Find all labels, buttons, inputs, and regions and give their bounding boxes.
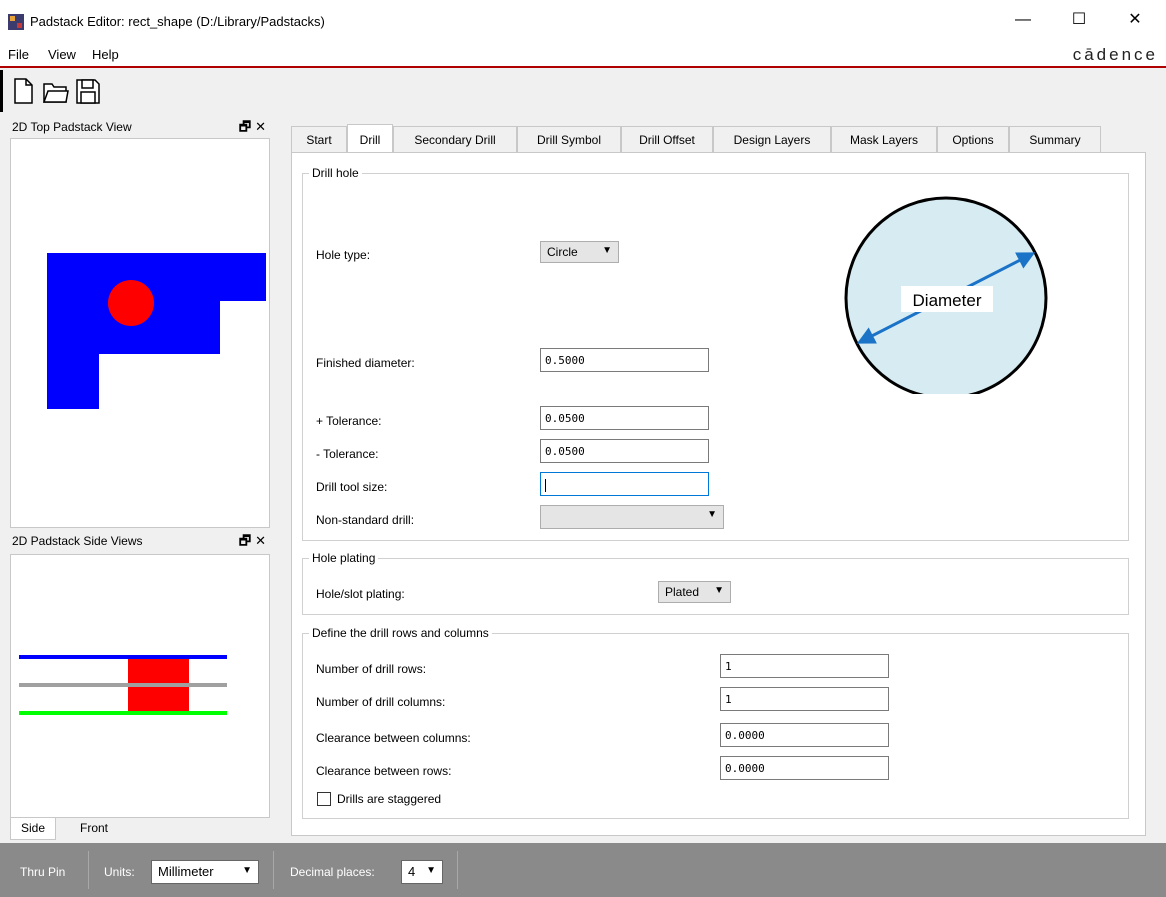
- drill-rows-input[interactable]: 1: [720, 654, 889, 678]
- chevron-down-icon: ▼: [242, 865, 252, 876]
- tab-mask-layers[interactable]: Mask Layers: [831, 126, 937, 152]
- units-label: Units:: [104, 865, 135, 879]
- top-view-header: 2D Top Padstack View 🗗✕: [6, 116, 276, 138]
- hole-slot-plating-value: Plated: [665, 585, 700, 599]
- title-bar: Padstack Editor: rect_shape (D:/Library/…: [0, 0, 1166, 44]
- status-separator: [273, 851, 274, 889]
- tab-secondary-drill[interactable]: Secondary Drill: [393, 126, 517, 152]
- minus-tolerance-input[interactable]: 0.0500: [540, 439, 709, 463]
- side-views-header: 2D Padstack Side Views 🗗✕: [6, 530, 276, 552]
- minimize-button[interactable]: —: [1008, 8, 1038, 32]
- side-views-title: 2D Padstack Side Views: [12, 534, 143, 548]
- hole-plating-group: Hole plating Hole/slot plating: Plated ▼: [302, 551, 1129, 615]
- drill-rows-columns-group-title: Define the drill rows and columns: [309, 626, 492, 640]
- close-button[interactable]: ✕: [1120, 8, 1150, 32]
- chevron-down-icon: ▼: [707, 509, 717, 520]
- drills-staggered-checkbox[interactable]: [317, 792, 331, 806]
- new-file-icon: [14, 78, 33, 104]
- top-view-panel-controls[interactable]: 🗗✕: [239, 118, 270, 140]
- drill-tool-size-input[interactable]: [540, 472, 709, 496]
- clearance-rows-label: Clearance between rows:: [316, 764, 452, 778]
- drill-hole-group-title: Drill hole: [309, 166, 362, 180]
- window-title: Padstack Editor: rect_shape (D:/Library/…: [30, 14, 325, 29]
- side-views-panel-controls[interactable]: 🗗✕: [239, 532, 270, 554]
- maximize-button[interactable]: ☐: [1064, 8, 1094, 32]
- menu-help[interactable]: Help: [92, 47, 119, 62]
- hole-type-value: Circle: [547, 245, 578, 259]
- decimal-places-select[interactable]: 4 ▼: [401, 860, 443, 884]
- tab-options[interactable]: Options: [937, 126, 1009, 152]
- chevron-down-icon: ▼: [602, 245, 612, 256]
- menu-bar: File View Help cādence: [0, 44, 1166, 68]
- padstack-type: Thru Pin: [20, 865, 66, 879]
- hole-plating-group-title: Hole plating: [309, 551, 379, 565]
- drill-rows-label: Number of drill rows:: [316, 662, 427, 676]
- diameter-diagram: Diameter: [844, 196, 1048, 394]
- drills-staggered-label: Drills are staggered: [337, 792, 442, 806]
- text-caret: [545, 478, 546, 492]
- drill-tool-size-label: Drill tool size:: [316, 480, 388, 494]
- minus-tolerance-label: - Tolerance:: [316, 447, 379, 461]
- tab-drill-symbol[interactable]: Drill Symbol: [517, 126, 621, 152]
- drill-columns-label: Number of drill columns:: [316, 695, 446, 709]
- clearance-columns-input[interactable]: 0.0000: [720, 723, 889, 747]
- hole-slot-plating-select[interactable]: Plated ▼: [658, 581, 731, 603]
- tab-summary[interactable]: Summary: [1009, 126, 1101, 152]
- units-value: Millimeter: [158, 864, 214, 879]
- top-view-canvas: [10, 138, 270, 528]
- clearance-columns-label: Clearance between columns:: [316, 731, 471, 745]
- tab-start[interactable]: Start: [291, 126, 347, 152]
- tab-drill-offset[interactable]: Drill Offset: [621, 126, 713, 152]
- tab-drill[interactable]: Drill: [347, 124, 393, 152]
- chevron-down-icon: ▼: [714, 585, 724, 596]
- top-padstack-drawing: [47, 253, 266, 409]
- open-file-button[interactable]: [41, 76, 69, 106]
- cadence-logo: cādence: [1072, 45, 1158, 64]
- status-separator: [457, 851, 458, 889]
- chevron-down-icon: ▼: [426, 865, 436, 876]
- drill-rows-columns-group: Define the drill rows and columns Number…: [302, 626, 1129, 819]
- save-icon: [76, 79, 100, 104]
- finished-diameter-input[interactable]: 0.5000: [540, 348, 709, 372]
- plus-tolerance-label: + Tolerance:: [316, 414, 382, 428]
- tab-design-layers[interactable]: Design Layers: [713, 126, 831, 152]
- side-padstack-drawing: [19, 655, 227, 715]
- clearance-rows-input[interactable]: 0.0000: [720, 756, 889, 780]
- new-file-button[interactable]: [9, 76, 37, 106]
- tab-side[interactable]: Side: [10, 818, 57, 840]
- diameter-label: Diameter: [913, 291, 982, 310]
- drill-hole-shape: [108, 280, 154, 326]
- toolbar: [0, 70, 1166, 112]
- menu-file[interactable]: File: [8, 47, 29, 62]
- save-file-button[interactable]: [73, 76, 101, 106]
- hole-type-label: Hole type:: [316, 248, 371, 262]
- status-separator: [88, 851, 89, 889]
- hole-slot-plating-label: Hole/slot plating:: [316, 587, 405, 601]
- plus-tolerance-input[interactable]: 0.0500: [540, 406, 709, 430]
- non-standard-drill-label: Non-standard drill:: [316, 513, 415, 527]
- side-view-canvas: [10, 554, 270, 818]
- hole-type-select[interactable]: Circle ▼: [540, 241, 619, 263]
- non-standard-drill-select[interactable]: ▼: [540, 505, 724, 529]
- drill-tab-panel: Drill hole Hole type: Circle ▼ Finished …: [291, 152, 1146, 836]
- tab-front[interactable]: Front: [70, 818, 118, 840]
- drill-hole-group: Drill hole Hole type: Circle ▼ Finished …: [302, 166, 1129, 541]
- app-icon: [8, 14, 24, 30]
- top-view-title: 2D Top Padstack View: [12, 120, 132, 134]
- status-bar: Thru Pin Units: Millimeter ▼ Decimal pla…: [0, 843, 1166, 897]
- open-folder-icon: [42, 83, 69, 103]
- menu-view[interactable]: View: [48, 47, 76, 62]
- decimal-places-label: Decimal places:: [290, 865, 375, 879]
- pad-shape: [47, 253, 266, 409]
- drill-columns-input[interactable]: 1: [720, 687, 889, 711]
- units-select[interactable]: Millimeter ▼: [151, 860, 259, 884]
- decimal-places-value: 4: [408, 864, 416, 879]
- finished-diameter-label: Finished diameter:: [316, 356, 415, 370]
